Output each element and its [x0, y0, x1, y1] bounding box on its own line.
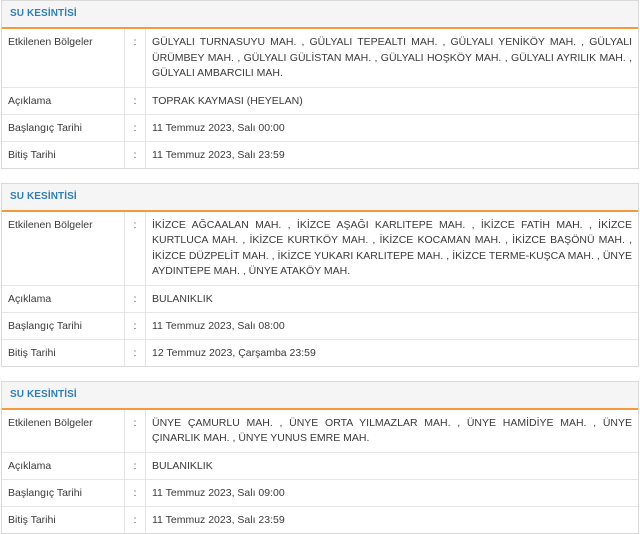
colon-separator: :	[125, 141, 146, 168]
end-date-label: Bitiş Tarihi	[2, 506, 125, 533]
start-date-label: Başlangıç Tarihi	[2, 114, 125, 141]
start-date-label: Başlangıç Tarihi	[2, 479, 125, 506]
start-date-row: Başlangıç Tarihi : 11 Temmuz 2023, Salı …	[2, 478, 638, 506]
affected-regions-value: GÜLYALI TURNASUYU MAH. , GÜLYALI TEPEALT…	[152, 36, 632, 79]
end-date-label: Bitiş Tarihi	[2, 141, 125, 168]
start-date-value: 11 Temmuz 2023, Salı 00:00	[152, 121, 285, 134]
outage-title: SU KESİNTİSİ	[2, 1, 638, 29]
description-row: Açıklama : TOPRAK KAYMASI (HEYELAN)	[2, 86, 638, 114]
outage-list: SU KESİNTİSİ Etkilenen Bölgeler : GÜLYAL…	[0, 0, 640, 534]
colon-separator: :	[125, 479, 146, 506]
outage-title: SU KESİNTİSİ	[2, 183, 638, 212]
description-value: BULANIKLIK	[152, 459, 213, 472]
description-label: Açıklama	[2, 285, 125, 312]
affected-regions-label: Etkilenen Bölgeler	[2, 211, 125, 285]
description-value: BULANIKLIK	[152, 292, 213, 305]
affected-regions-row: Etkilenen Bölgeler : ÜNYE ÇAMURLU MAH. ,…	[2, 409, 638, 452]
colon-separator: :	[125, 339, 146, 366]
colon-separator: :	[125, 114, 146, 141]
start-date-row: Başlangıç Tarihi : 11 Temmuz 2023, Salı …	[2, 113, 638, 141]
affected-regions-label: Etkilenen Bölgeler	[2, 29, 125, 87]
affected-regions-value: ÜNYE ÇAMURLU MAH. , ÜNYE ORTA YILMAZLAR …	[152, 416, 632, 445]
start-date-value: 11 Temmuz 2023, Salı 09:00	[152, 486, 285, 499]
description-label: Açıklama	[2, 452, 125, 479]
start-date-value: 11 Temmuz 2023, Salı 08:00	[152, 319, 285, 332]
affected-regions-row: Etkilenen Bölgeler : GÜLYALI TURNASUYU M…	[2, 29, 638, 87]
colon-separator: :	[125, 211, 146, 285]
colon-separator: :	[125, 87, 146, 114]
colon-separator: :	[125, 506, 146, 533]
end-date-label: Bitiş Tarihi	[2, 339, 125, 366]
description-row: Açıklama : BULANIKLIK	[2, 284, 638, 312]
colon-separator: :	[125, 409, 146, 452]
affected-regions-label: Etkilenen Bölgeler	[2, 409, 125, 452]
outage-card: SU KESİNTİSİ Etkilenen Bölgeler : ÜNYE Ç…	[1, 380, 639, 534]
outage-card: SU KESİNTİSİ Etkilenen Bölgeler : İKİZCE…	[1, 182, 639, 367]
outage-card: SU KESİNTİSİ Etkilenen Bölgeler : GÜLYAL…	[1, 0, 639, 169]
outage-title: SU KESİNTİSİ	[2, 381, 638, 410]
description-row: Açıklama : BULANIKLIK	[2, 451, 638, 479]
end-date-row: Bitiş Tarihi : 11 Temmuz 2023, Salı 23:5…	[2, 505, 638, 533]
end-date-row: Bitiş Tarihi : 12 Temmuz 2023, Çarşamba …	[2, 338, 638, 366]
end-date-row: Bitiş Tarihi : 11 Temmuz 2023, Salı 23:5…	[2, 140, 638, 168]
start-date-label: Başlangıç Tarihi	[2, 312, 125, 339]
colon-separator: :	[125, 285, 146, 312]
start-date-row: Başlangıç Tarihi : 11 Temmuz 2023, Salı …	[2, 311, 638, 339]
colon-separator: :	[125, 29, 146, 87]
colon-separator: :	[125, 452, 146, 479]
end-date-value: 12 Temmuz 2023, Çarşamba 23:59	[152, 346, 316, 359]
end-date-value: 11 Temmuz 2023, Salı 23:59	[152, 513, 285, 526]
description-value: TOPRAK KAYMASI (HEYELAN)	[152, 94, 303, 107]
affected-regions-value: İKİZCE AĞCAALAN MAH. , İKİZCE AŞAĞI KARL…	[152, 218, 632, 278]
colon-separator: :	[125, 312, 146, 339]
end-date-value: 11 Temmuz 2023, Salı 23:59	[152, 148, 285, 161]
affected-regions-row: Etkilenen Bölgeler : İKİZCE AĞCAALAN MAH…	[2, 211, 638, 285]
description-label: Açıklama	[2, 87, 125, 114]
